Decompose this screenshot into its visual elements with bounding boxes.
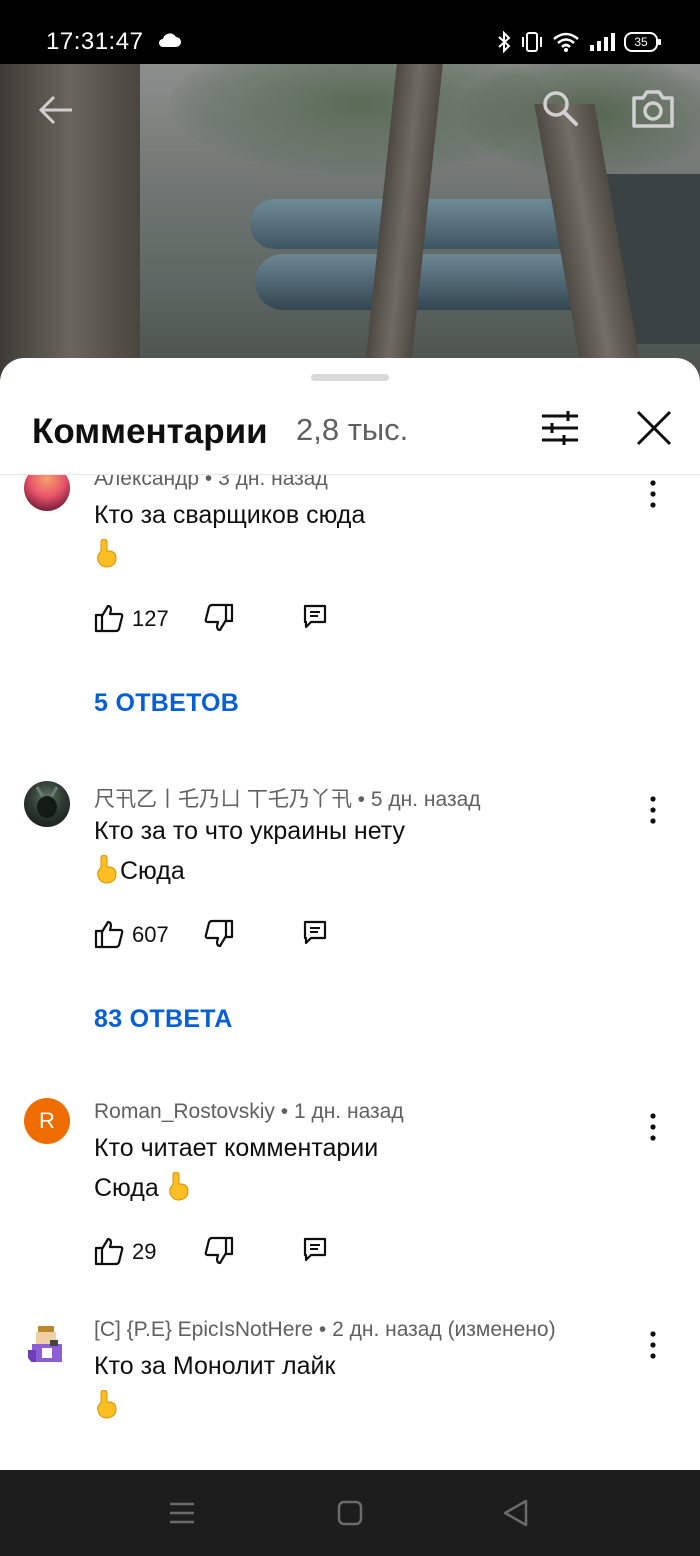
reply-icon[interactable] [302, 919, 328, 947]
comment-age: 3 дн. назад [218, 475, 328, 490]
comment-line: Кто читает комментарии [94, 1134, 379, 1162]
comment-meta: Roman_Rostovskiy • 1 дн. назад [94, 1100, 404, 1123]
avatar-character-icon [28, 1326, 62, 1362]
comment-meta: Александр • 3 дн. назад [94, 475, 328, 491]
comment-line-2-text: Сюда [94, 1174, 159, 1202]
comment-emoji-line [94, 1386, 335, 1426]
camera-icon[interactable] [630, 88, 676, 130]
comment-author[interactable]: [C] {P.E} EpicIsNotHere [94, 1318, 313, 1341]
status-icons: 35 [496, 30, 661, 54]
close-icon[interactable] [634, 408, 674, 448]
wifi-icon [553, 32, 579, 52]
reply-icon[interactable] [302, 603, 328, 631]
comment-line: Кто за то что украины нету [94, 817, 405, 845]
comment-line-2: Сюда [94, 1168, 378, 1208]
bluetooth-icon [498, 31, 511, 53]
sheet-title: Комментарии [32, 412, 268, 451]
comment-line-2: Сюда [94, 851, 405, 891]
menu-icon[interactable] [166, 1497, 198, 1529]
comment-line-2-text: Сюда [120, 857, 185, 885]
comment-author[interactable]: Roman_Rostovskiy [94, 1100, 275, 1123]
like-count: 607 [132, 922, 169, 947]
avatar[interactable]: R [24, 1098, 70, 1144]
comment-age: 1 дн. назад [293, 1100, 404, 1123]
vibrate-icon [522, 32, 542, 52]
more-vert-icon[interactable] [640, 1110, 666, 1144]
comment-line: Кто за сварщиков сюда [94, 501, 366, 529]
avatar[interactable] [24, 781, 70, 827]
comment-text: Кто за сварщиков сюда [94, 495, 365, 575]
thumb-down-icon[interactable] [204, 603, 234, 633]
avatar[interactable] [24, 475, 70, 511]
back-arrow-icon[interactable] [36, 90, 76, 130]
comment-line: Кто за Монолит лайк [94, 1352, 336, 1380]
pointing-down-emoji-icon [168, 1172, 189, 1201]
like-count: 29 [132, 1239, 157, 1264]
comment-text: Кто читает комментарии Сюда [94, 1128, 378, 1208]
more-vert-icon[interactable] [640, 1328, 666, 1362]
comments-sheet: Комментарии 2,8 тыс. Александр • 3 дн. н… [0, 358, 700, 1470]
pointing-down-emoji-icon [97, 855, 117, 884]
avatar-figure-icon [35, 786, 59, 818]
sheet-header: Комментарии 2,8 тыс. [0, 398, 700, 475]
back-triangle-icon[interactable] [500, 1497, 532, 1529]
thumb-down-icon[interactable] [204, 1236, 234, 1266]
comment-count: 2,8 тыс. [296, 412, 409, 447]
signal-icon [590, 33, 615, 51]
avatar[interactable] [24, 1322, 70, 1368]
comment-age: 5 дн. назад [370, 788, 481, 811]
thumb-up-icon[interactable] [94, 1236, 124, 1266]
view-replies-button[interactable]: 83 ОТВЕТА [94, 1005, 233, 1034]
view-replies-button[interactable]: 5 ОТВЕТОВ [94, 689, 239, 718]
reply-icon[interactable] [302, 1236, 328, 1264]
battery-icon: 35 [624, 32, 661, 52]
thumb-up-icon[interactable] [94, 603, 124, 633]
cloud-icon [159, 33, 181, 47]
status-time: 17:31:47 [46, 28, 144, 55]
search-icon[interactable] [540, 88, 580, 128]
pointing-down-emoji-icon [97, 1390, 117, 1419]
more-vert-icon[interactable] [640, 793, 666, 827]
comment-text: Кто за Монолит лайк [94, 1346, 335, 1426]
comment-emoji-line [94, 535, 365, 575]
navigation-bar [0, 1470, 700, 1556]
home-square-icon[interactable] [334, 1497, 366, 1529]
drag-handle[interactable] [311, 374, 389, 381]
comment-text: Кто за то что украины нету Сюда [94, 811, 405, 891]
more-vert-icon[interactable] [640, 477, 666, 511]
comments-list: Александр • 3 дн. назад Кто за сварщиков… [0, 475, 700, 1470]
status-bar: 17:31:47 35 [0, 0, 700, 64]
comment-author[interactable]: 尺卂乙丨乇乃ㄩ 丅乇乃丫卂 [94, 788, 352, 811]
thumb-down-icon[interactable] [204, 919, 234, 949]
like-count: 127 [132, 606, 169, 631]
thumb-up-icon[interactable] [94, 919, 124, 949]
comment-meta: [C] {P.E} EpicIsNotHere • 2 дн. назад (и… [94, 1318, 556, 1341]
filter-icon[interactable] [538, 408, 582, 448]
pointing-down-emoji-icon [97, 539, 117, 568]
comment-author[interactable]: Александр [94, 475, 199, 490]
comment-meta: 尺卂乙丨乇乃ㄩ 丅乇乃丫卂 • 5 дн. назад [94, 788, 481, 811]
video-player[interactable] [0, 64, 700, 384]
comment-age: 2 дн. назад (изменено) [332, 1318, 556, 1341]
